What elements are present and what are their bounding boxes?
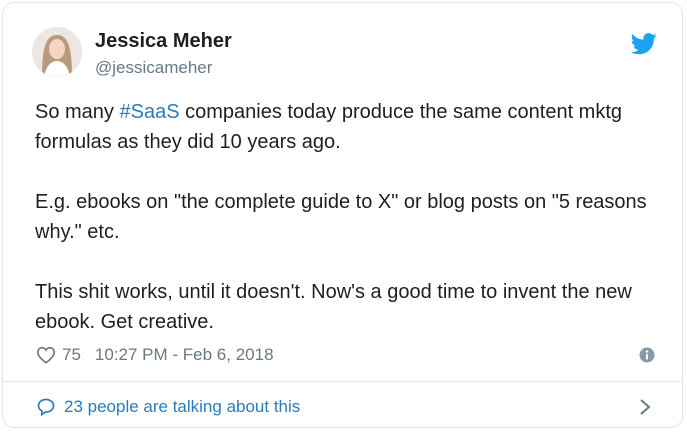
conversation-link[interactable]: 23 people are talking about this	[36, 395, 300, 419]
like-count[interactable]: 75	[62, 345, 81, 365]
divider	[3, 381, 682, 382]
chevron-right-icon[interactable]	[639, 398, 651, 416]
hashtag-link[interactable]: #SaaS	[119, 101, 179, 123]
twitter-bird-icon[interactable]	[630, 33, 657, 55]
avatar[interactable]	[32, 27, 82, 77]
tweet-meta: 75 10:27 PM - Feb 6, 2018	[36, 343, 274, 367]
author-name[interactable]: Jessica Meher	[95, 30, 232, 53]
tweet-text-part: So many	[35, 101, 120, 123]
tweet-text-part: companies today produce the same content…	[35, 101, 647, 333]
heart-icon[interactable]	[36, 346, 56, 364]
speech-bubble-icon	[37, 398, 55, 417]
author-handle[interactable]: @jessicameher	[95, 58, 212, 78]
conversation-label[interactable]: 23 people are talking about this	[64, 397, 300, 417]
timestamp[interactable]: 10:27 PM - Feb 6, 2018	[95, 345, 274, 365]
info-icon[interactable]	[639, 347, 655, 363]
tweet-card: Jessica Meher @jessicameher So many #Saa…	[2, 2, 683, 428]
tweet-text: So many #SaaS companies today produce th…	[35, 97, 665, 337]
